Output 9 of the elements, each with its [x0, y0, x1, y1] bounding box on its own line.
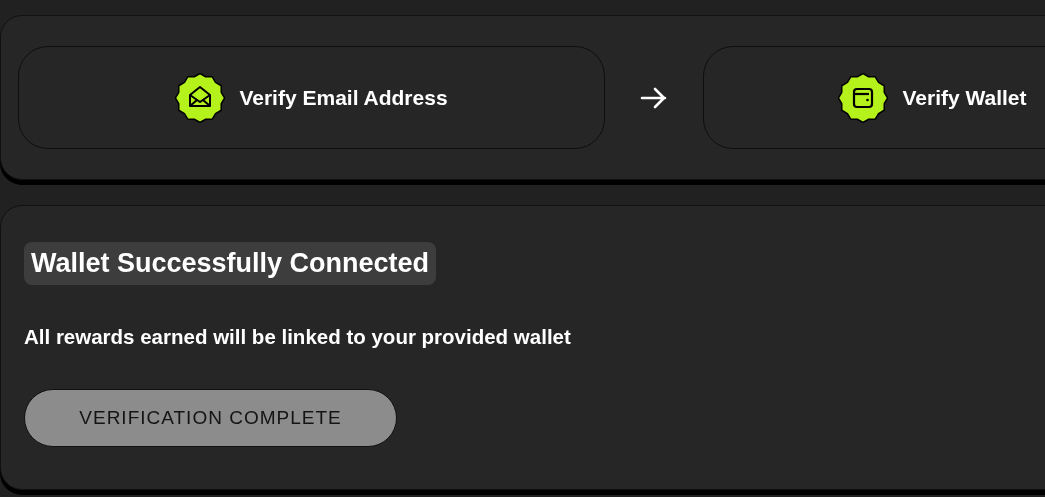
step-card[interactable]: Verify Wallet [703, 46, 1045, 149]
step-card[interactable]: Verify Email Address [18, 46, 605, 149]
step-label: Verify Wallet [902, 85, 1027, 110]
status-message: All rewards earned will be linked to your provided wallet [24, 325, 572, 349]
step-label: Verify Email Address [239, 85, 448, 110]
envelope-badge-icon [175, 72, 226, 123]
wallet-badge-icon [838, 72, 889, 123]
arrow-right-icon [640, 86, 668, 109]
status-title: Wallet Successfully Connected [24, 242, 437, 285]
